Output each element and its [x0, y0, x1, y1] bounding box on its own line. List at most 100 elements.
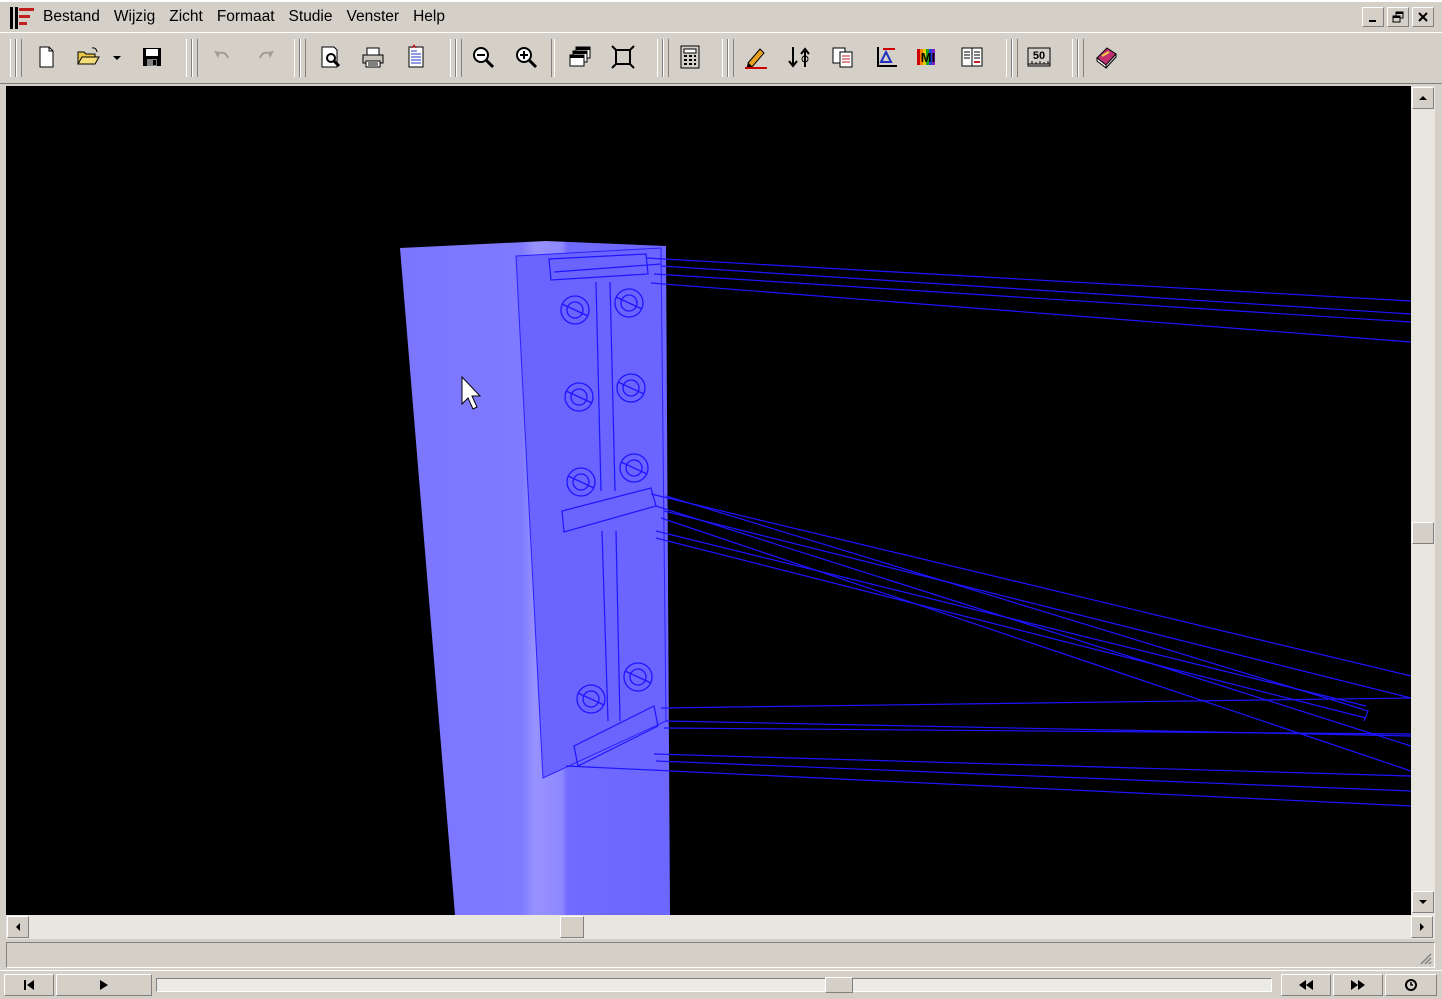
toolbar-grip[interactable] — [663, 39, 669, 77]
new-document-icon — [39, 46, 54, 68]
menu-wijzig[interactable]: Wijzig — [107, 5, 162, 29]
skip-to-start-icon — [24, 980, 34, 990]
swap-icon — [788, 47, 810, 68]
copy-sheets-icon — [832, 47, 853, 68]
calculator-button[interactable] — [674, 41, 706, 73]
toolbar-grip[interactable] — [16, 39, 22, 77]
toolbar-separator — [551, 39, 555, 77]
undo-icon — [214, 51, 229, 59]
arrow-down-icon — [1419, 900, 1427, 904]
menu-studie[interactable]: Studie — [282, 5, 340, 29]
playback-slider[interactable] — [156, 977, 1272, 993]
chevron-down-icon — [113, 56, 121, 60]
close-button[interactable] — [1412, 7, 1434, 27]
material-icon: MI — [917, 49, 935, 65]
zoom-out-button[interactable] — [467, 41, 499, 73]
playback-slider-thumb[interactable] — [825, 977, 853, 993]
scroll-right-button[interactable] — [1411, 916, 1433, 938]
report-button[interactable] — [400, 41, 432, 73]
print-preview-icon — [321, 46, 341, 68]
open-folder-icon — [77, 47, 100, 65]
playback-bar — [0, 970, 1442, 999]
vertical-scrollbar[interactable] — [1411, 86, 1435, 915]
menu-formaat[interactable]: Formaat — [210, 5, 282, 29]
new-document-button[interactable] — [30, 41, 62, 73]
scale-50-button[interactable]: 50 — [1023, 41, 1055, 73]
arrow-right-icon — [1420, 923, 1424, 931]
rewind-icon — [1299, 980, 1313, 990]
restore-icon — [1392, 11, 1404, 23]
restore-button[interactable] — [1387, 7, 1409, 27]
horizontal-scroll-thumb[interactable] — [560, 916, 584, 938]
scroll-left-button[interactable] — [7, 916, 29, 938]
menu-bestand[interactable]: Bestand — [36, 5, 107, 29]
open-dropdown-button[interactable] — [108, 41, 126, 73]
compare-button[interactable] — [956, 41, 988, 73]
report-icon — [408, 44, 424, 68]
redo-button[interactable] — [250, 41, 282, 73]
skip-to-start-button[interactable] — [4, 974, 54, 996]
toolbar-grip[interactable] — [728, 39, 734, 77]
zoom-out-icon — [473, 47, 495, 69]
toolbar-grip[interactable] — [1012, 39, 1018, 77]
pencil-edit-icon — [745, 48, 767, 69]
material-label: MI — [921, 50, 935, 65]
steel-connection-model[interactable] — [6, 86, 1411, 915]
beam-wireframe — [548, 253, 1411, 807]
windows-button[interactable] — [564, 41, 596, 73]
redo-icon — [259, 51, 274, 59]
scroll-down-button[interactable] — [1412, 891, 1434, 913]
pencil-edit-button[interactable] — [740, 41, 772, 73]
scale-label: 50 — [1033, 50, 1045, 62]
compare-icon — [961, 47, 983, 67]
horizontal-scrollbar[interactable] — [6, 915, 1435, 939]
scroll-up-button[interactable] — [1412, 87, 1434, 109]
resize-grip-icon[interactable] — [1418, 951, 1432, 965]
menu-zicht[interactable]: Zicht — [162, 5, 210, 29]
menu-venster[interactable]: Venster — [340, 5, 407, 29]
swap-button[interactable] — [783, 41, 815, 73]
zoom-in-button[interactable] — [510, 41, 542, 73]
close-icon — [1418, 12, 1428, 22]
play-icon — [100, 980, 108, 990]
toolbar-grip[interactable] — [300, 39, 306, 77]
loop-icon — [1405, 979, 1417, 991]
loop-button[interactable] — [1385, 974, 1437, 996]
3d-viewport[interactable] — [6, 86, 1411, 915]
fit-view-icon — [611, 45, 635, 69]
toolbar-grip[interactable] — [1078, 39, 1084, 77]
menu-bar: Bestand Wijzig Zicht Formaat Studie Vens… — [0, 0, 1442, 32]
minimize-button[interactable] — [1362, 7, 1384, 27]
toolbar-grip[interactable] — [192, 39, 198, 77]
rewind-button[interactable] — [1281, 974, 1331, 996]
print-preview-button[interactable] — [314, 41, 346, 73]
help-book-button[interactable] — [1090, 41, 1122, 73]
fit-view-button[interactable] — [607, 41, 639, 73]
vertical-scroll-thumb[interactable] — [1412, 522, 1434, 544]
fast-forward-button[interactable] — [1333, 974, 1383, 996]
play-button[interactable] — [56, 974, 152, 996]
fast-forward-icon — [1351, 980, 1365, 990]
toolbar-grip[interactable] — [456, 39, 462, 77]
zoom-in-icon — [516, 47, 538, 69]
status-bar — [6, 942, 1435, 968]
arrow-up-icon — [1419, 96, 1427, 100]
calculator-icon — [680, 45, 700, 69]
undo-button[interactable] — [206, 41, 238, 73]
scale-50-icon: 50 — [1027, 47, 1051, 67]
save-button[interactable] — [136, 41, 168, 73]
arrow-left-icon — [16, 923, 20, 931]
material-button[interactable]: MI — [912, 41, 944, 73]
print-icon — [362, 47, 384, 68]
help-book-icon — [1096, 47, 1117, 70]
toolbar: MI 50 — [0, 32, 1442, 84]
open-folder-button[interactable] — [72, 41, 104, 73]
copy-sheets-button[interactable] — [827, 41, 859, 73]
minimize-icon — [1369, 20, 1376, 22]
axis-button[interactable] — [870, 41, 902, 73]
menu-help[interactable]: Help — [406, 5, 452, 29]
application-logo-icon[interactable] — [8, 5, 36, 31]
axis-icon — [877, 47, 897, 67]
print-button[interactable] — [357, 41, 389, 73]
save-icon — [143, 48, 161, 66]
